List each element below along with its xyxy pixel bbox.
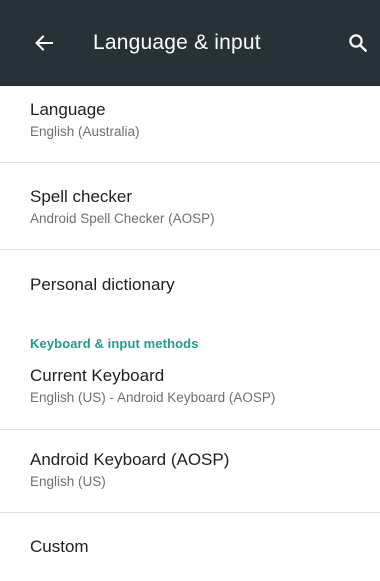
personal-dictionary-item[interactable]: Personal dictionary [0,250,380,316]
search-icon [349,34,368,53]
back-arrow-icon [35,35,53,51]
spell-checker-item[interactable]: Spell checker Android Spell Checker (AOS… [0,163,380,249]
current-keyboard-item[interactable]: Current Keyboard English (US) - Android … [0,356,380,429]
personal-dictionary-title: Personal dictionary [30,275,175,294]
keyboard-section-header: Keyboard & input methods [30,336,199,351]
app-bar: Language & input [0,0,380,86]
language-summary: English (Australia) [30,124,140,139]
search-button[interactable] [344,29,372,57]
current-keyboard-title: Current Keyboard [30,366,165,385]
android-keyboard-summary: English (US) [30,474,106,489]
page-title: Language & input [93,31,261,54]
spell-checker-summary: Android Spell Checker (AOSP) [30,211,215,226]
custom-title: Custom [30,537,89,556]
back-button[interactable] [30,29,58,57]
settings-list: Language English (Australia) Spell check… [0,86,380,573]
language-title: Language [30,100,106,119]
screen: Language & input Language English (Austr… [0,0,380,581]
android-keyboard-title: Android Keyboard (AOSP) [30,450,230,469]
current-keyboard-summary: English (US) - Android Keyboard (AOSP) [30,390,276,405]
custom-item[interactable]: Custom [0,513,380,573]
language-item[interactable]: Language English (Australia) [0,86,380,162]
android-keyboard-item[interactable]: Android Keyboard (AOSP) English (US) [0,430,380,512]
spell-checker-title: Spell checker [30,187,133,206]
